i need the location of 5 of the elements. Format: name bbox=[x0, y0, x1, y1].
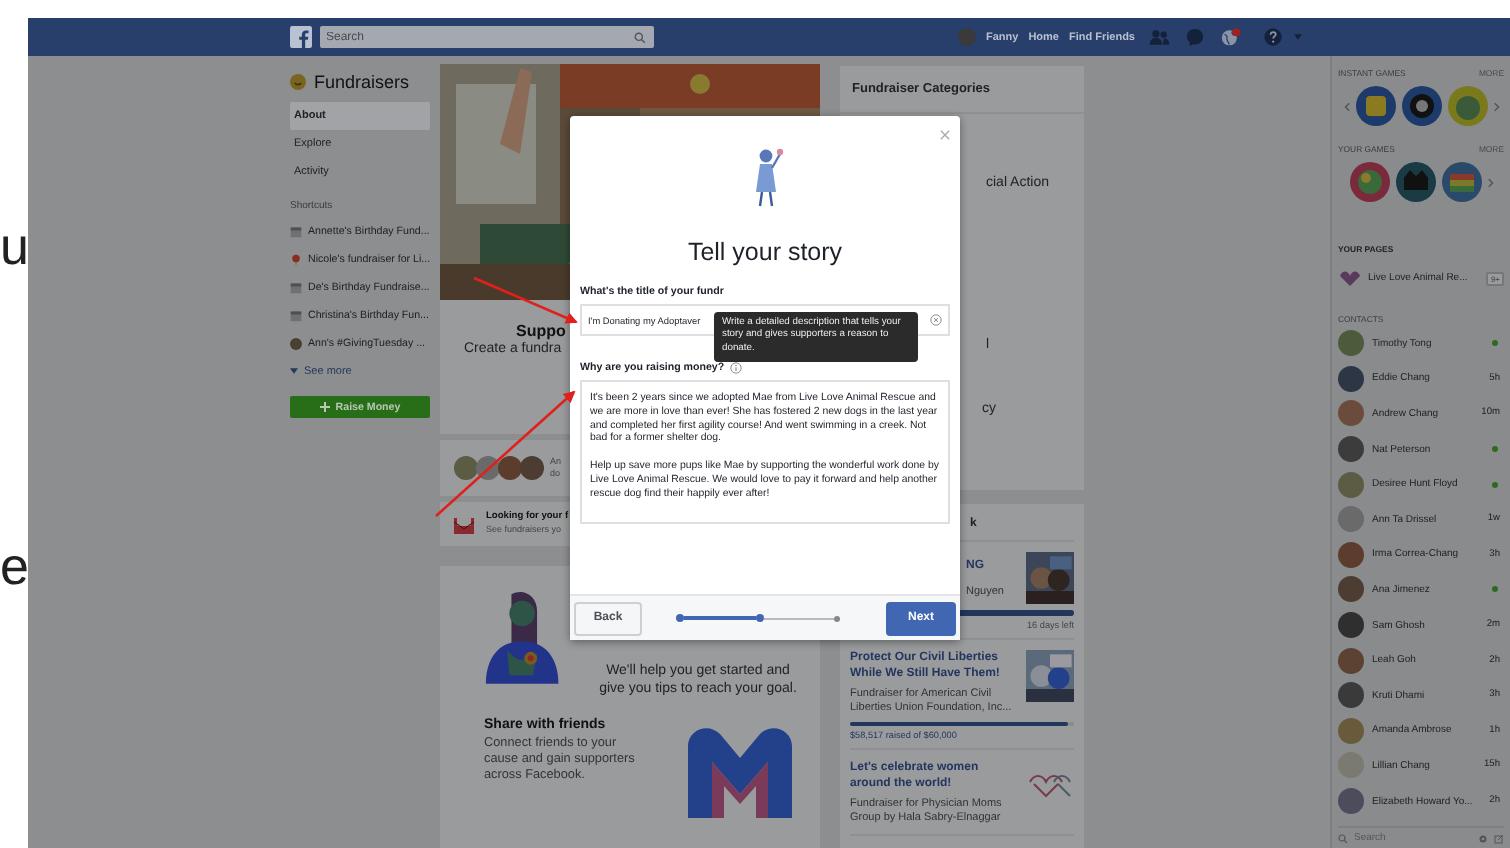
cut-off-letter: u bbox=[0, 216, 29, 276]
cut-off-letter: e bbox=[0, 536, 29, 596]
cover-heading: Suppo bbox=[516, 322, 566, 340]
page-title: Fundraisers bbox=[314, 72, 410, 92]
dialog-title: Tell your story bbox=[687, 238, 843, 266]
